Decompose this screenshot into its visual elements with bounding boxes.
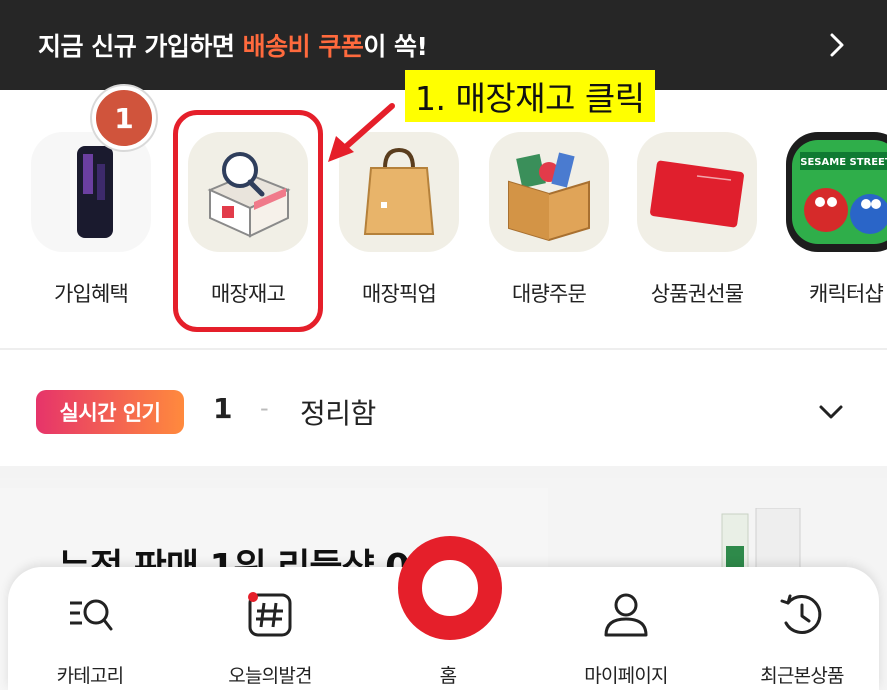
category-label: 매장픽업	[361, 282, 437, 306]
trending-separator: -	[260, 394, 269, 422]
tutorial-highlight-box	[173, 110, 323, 332]
arrow-icon	[328, 103, 395, 162]
nav-recent[interactable]: 최근본상품	[732, 589, 872, 688]
nav-label: 최근본상품	[760, 665, 844, 687]
step-number-badge: 1	[92, 86, 156, 150]
nav-label: 마이페이지	[584, 665, 668, 687]
tutorial-instruction: 1. 매장재고 클릭	[405, 70, 655, 122]
nav-category[interactable]: 카테고리	[20, 589, 160, 688]
nav-label: 카테고리	[56, 665, 125, 687]
membership-card-icon	[31, 132, 151, 252]
banner-text: 지금 신규 가입하면 배송비 쿠폰이 쏙!	[38, 32, 428, 61]
sesame-text: SESAME STREET	[800, 157, 887, 168]
chevron-down-icon[interactable]	[815, 396, 847, 428]
gift-card-icon	[637, 132, 757, 252]
chevron-right-icon[interactable]	[823, 31, 851, 59]
trending-badge: 실시간 인기	[36, 390, 184, 434]
banner-highlight: 배송비 쿠폰	[242, 32, 364, 61]
category-character-shop[interactable]: SESAME STREET 캐릭터샵	[781, 132, 887, 308]
category-label: 가입혜택	[53, 282, 129, 306]
trending-rank: 1	[213, 392, 233, 425]
category-bulk-order[interactable]: 대량주문	[484, 132, 614, 308]
category-search-icon	[20, 589, 160, 641]
trending-keyword: 정리함	[300, 397, 376, 430]
history-icon	[732, 589, 872, 641]
category-label: 상품권선물	[650, 282, 744, 306]
nav-label: 오늘의발견	[228, 665, 312, 687]
nav-label: 홈	[439, 665, 457, 687]
category-membership[interactable]: 가입혜택	[26, 132, 156, 308]
box-icon	[489, 132, 609, 252]
section-gap	[0, 466, 887, 478]
category-gift-card[interactable]: 상품권선물	[632, 132, 762, 308]
person-icon	[556, 589, 696, 641]
nav-discover[interactable]: 오늘의발견	[200, 589, 340, 688]
hashtag-icon	[200, 589, 340, 641]
category-label: 대량주문	[511, 282, 587, 306]
trending-bar[interactable]: 실시간 인기 1 - 정리함	[0, 350, 887, 466]
nav-mypage[interactable]: 마이페이지	[556, 589, 696, 688]
category-label: 캐릭터샵	[808, 282, 884, 306]
sesame-street-icon: SESAME STREET	[786, 132, 887, 252]
home-button[interactable]	[398, 536, 502, 640]
